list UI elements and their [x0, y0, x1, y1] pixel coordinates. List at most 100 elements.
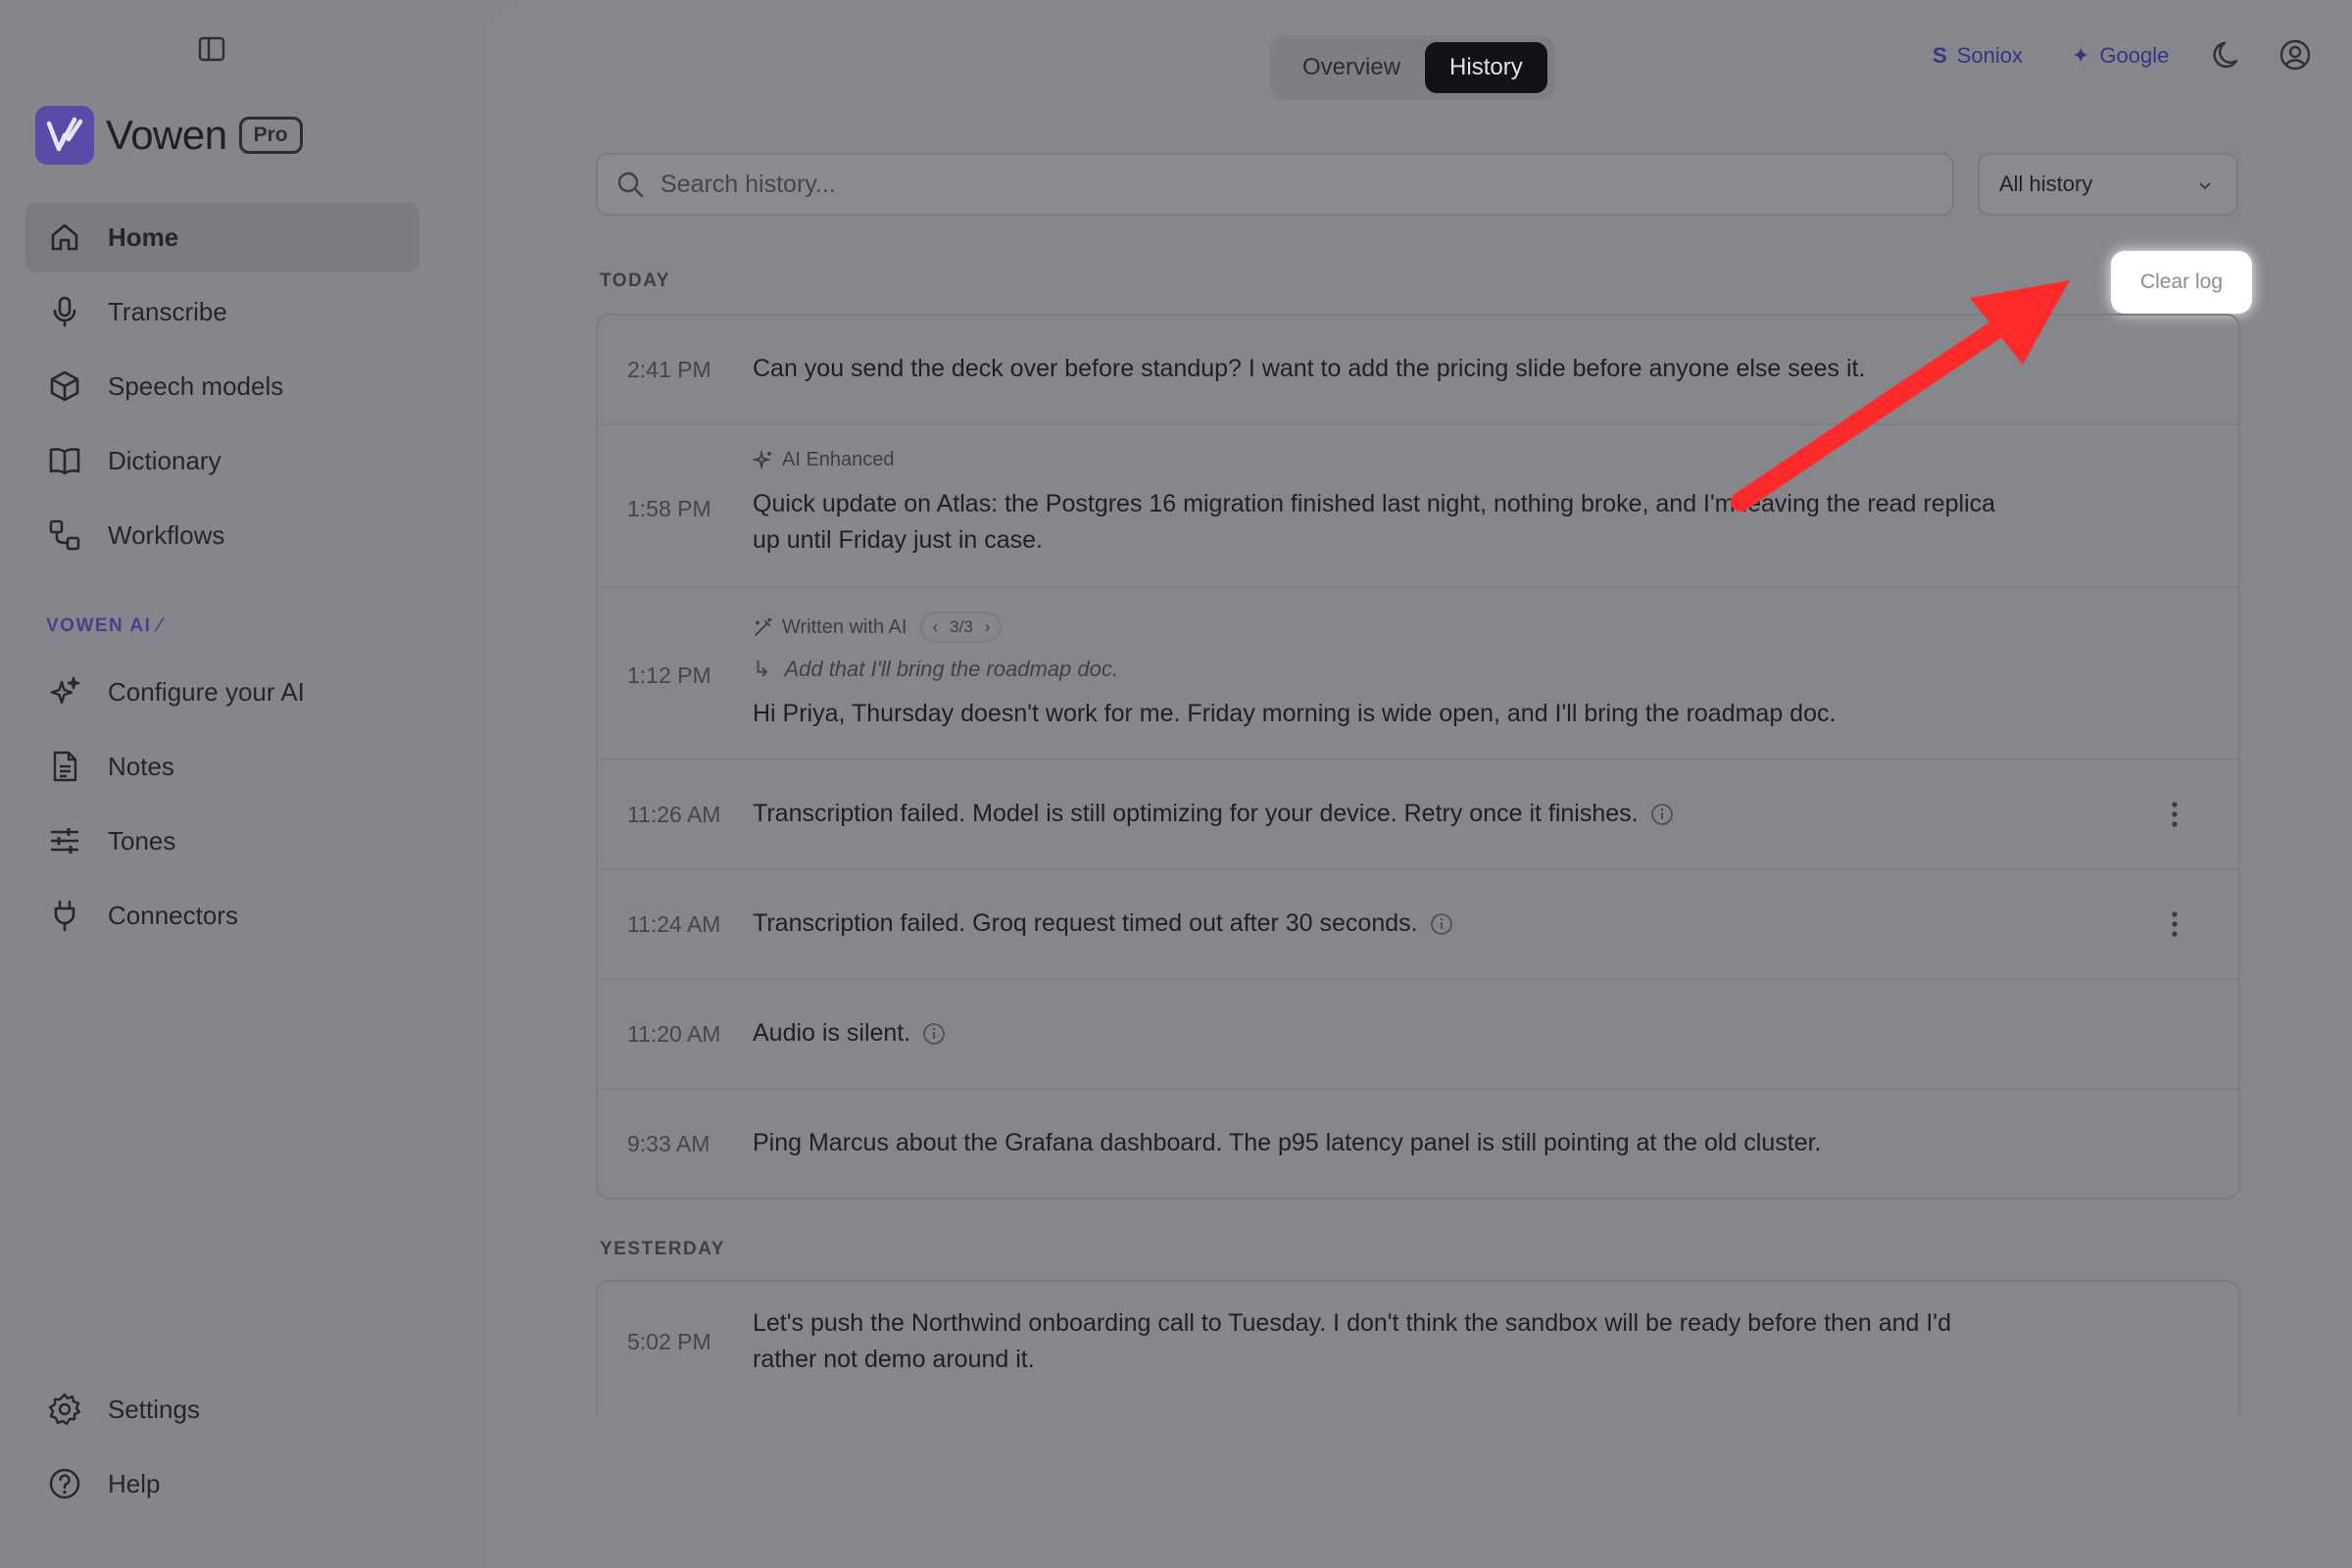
entry-time: 11:20 AM [627, 1021, 721, 1047]
entry-text-error: Transcription failed. Model is still opt… [753, 796, 2007, 832]
day-label-yesterday: YESTERDAY [600, 1239, 725, 1259]
google-sparkle-icon: ✦ [2072, 43, 2090, 68]
sidebar-item-notes[interactable]: Notes [25, 731, 419, 802]
sparkles-icon [50, 676, 80, 705]
chevron-down-icon [2199, 182, 2211, 190]
list-fade [596, 1411, 2242, 1450]
sidebar-item-label: Notes [108, 751, 174, 781]
wand-icon [755, 617, 772, 636]
vowen-ai-section-label: VOWEN AI ⁄ [46, 615, 163, 636]
sidebar-item-dictionary[interactable]: Dictionary [25, 425, 419, 496]
sidebar-item-settings[interactable]: Settings [25, 1374, 419, 1445]
sidebar-item-label: Help [108, 1468, 161, 1498]
history-filter-select[interactable]: All history [1978, 153, 2238, 216]
history-row[interactable]: 5:02 PM Let's push the Northwind onboard… [598, 1282, 2238, 1417]
ai-nav: Configure your AI Notes Tones Connectors [25, 657, 419, 955]
entry-time: 11:24 AM [627, 911, 721, 937]
sidebar-item-transcribe[interactable]: Transcribe [25, 276, 419, 347]
provider-google[interactable]: ✦ Google [2072, 39, 2169, 73]
book-icon [49, 448, 80, 475]
tab-history[interactable]: History [1425, 42, 1547, 93]
sidebar-item-tones[interactable]: Tones [25, 806, 419, 876]
entry-time: 1:58 PM [627, 496, 711, 521]
sidebar-item-help[interactable]: Help [25, 1448, 419, 1519]
history-row[interactable]: 1:58 PM AI Enhanced Quick update on Atla… [598, 425, 2238, 588]
sidebar-item-speech-models[interactable]: Speech models [25, 351, 419, 421]
main-nav: Home Transcribe Speech models Dictionary… [25, 202, 419, 574]
filter-value: All history [1999, 172, 2093, 196]
plan-badge: Pro [238, 117, 303, 154]
account-avatar-icon[interactable] [2278, 37, 2313, 73]
info-icon[interactable] [1430, 912, 1453, 936]
sidebar-item-label: Configure your AI [108, 676, 305, 707]
history-row[interactable]: 11:24 AM Transcription failed. Groq requ… [598, 870, 2238, 980]
entry-time: 2:41 PM [627, 357, 711, 382]
version-pager: ‹ 3/3 › [920, 612, 1003, 643]
entry-text: Let's push the Northwind onboarding call… [753, 1309, 1951, 1373]
version-count: 3/3 [950, 617, 973, 636]
search-input[interactable]: Search history... [596, 153, 1954, 216]
entry-time: 5:02 PM [627, 1329, 711, 1354]
entry-text: Ping Marcus about the Grafana dashboard.… [753, 1129, 1822, 1156]
history-row[interactable]: 1:12 PM Written with AI ‹ 3/3 › ↳ Add th… [598, 588, 2238, 760]
entry-text-error: Audio is silent. [753, 1015, 2007, 1052]
dark-mode-moon-icon[interactable] [2211, 37, 2246, 73]
provider-label: Soniox [1956, 43, 2023, 68]
provider-label: Google [2099, 43, 2170, 68]
history-row[interactable]: 9:33 AM Ping Marcus about the Grafana da… [598, 1090, 2238, 1198]
search-icon [617, 172, 644, 198]
plug-icon [54, 900, 75, 932]
sidebar-item-label: Tones [108, 825, 176, 856]
sidebar: Vowen Pro Home Transcribe Speech models … [0, 0, 482, 1568]
chevron-left-icon[interactable]: ‹ [932, 617, 938, 637]
wand-icon: ⁄ [158, 615, 163, 636]
history-row[interactable]: 2:41 PM Can you send the deck over befor… [598, 316, 2238, 425]
info-icon[interactable] [1650, 803, 1674, 826]
history-row[interactable]: 11:20 AM Audio is silent. [598, 980, 2238, 1090]
sidebar-item-workflows[interactable]: Workflows [25, 500, 419, 570]
provider-soniox[interactable]: S Soniox [1933, 39, 2023, 73]
sidebar-item-home[interactable]: Home [25, 202, 419, 272]
entry-text: Hi Priya, Thursday doesn't work for me. … [753, 700, 1837, 727]
search-placeholder: Search history... [661, 170, 836, 198]
yesterday-history-card: 5:02 PM Let's push the Northwind onboard… [596, 1280, 2240, 1417]
sidebar-item-label: Transcribe [108, 296, 227, 326]
entry-text-error: Transcription failed. Groq request timed… [753, 906, 2007, 942]
soniox-icon: S [1933, 43, 1947, 68]
entry-text: Quick update on Atlas: the Postgres 16 m… [753, 490, 1996, 554]
more-options-icon[interactable] [2170, 909, 2180, 939]
view-tabs: Overview History [1270, 35, 1555, 100]
more-options-icon[interactable] [2170, 800, 2180, 829]
help-icon [49, 1468, 80, 1499]
gear-icon [48, 1393, 81, 1426]
written-with-ai-badge: Written with AI ‹ 3/3 › [753, 612, 1003, 643]
sidebar-item-label: Connectors [108, 900, 238, 930]
sidebar-item-label: Workflows [108, 519, 225, 550]
entry-time: 1:12 PM [627, 662, 711, 688]
sidebar-item-label: Settings [108, 1394, 200, 1424]
chevron-right-icon[interactable]: › [985, 617, 991, 637]
reply-arrow-icon: ↳ [753, 657, 771, 681]
sidebar-item-label: Dictionary [108, 445, 221, 475]
vowen-logo-icon [35, 106, 94, 165]
home-icon [51, 223, 78, 251]
sidebar-item-configure-ai[interactable]: Configure your AI [25, 657, 419, 727]
sliders-icon [51, 828, 78, 854]
sidebar-toggle-icon[interactable] [197, 35, 226, 63]
entry-text: Can you send the deck over before standu… [753, 355, 1866, 382]
history-row[interactable]: 11:26 AM Transcription failed. Model is … [598, 760, 2238, 870]
tab-overview[interactable]: Overview [1278, 42, 1425, 93]
workflow-icon [49, 519, 80, 551]
main-panel: Overview History S Soniox ✦ Google Searc… [482, 0, 2352, 1568]
sparkles-icon [753, 449, 772, 469]
clear-log-button[interactable]: Clear log [2111, 251, 2252, 314]
day-label-today: TODAY [600, 270, 670, 291]
cube-icon [50, 370, 79, 402]
today-history-card: 2:41 PM Can you send the deck over befor… [596, 314, 2240, 1200]
sidebar-item-connectors[interactable]: Connectors [25, 880, 419, 951]
mic-icon [53, 296, 76, 327]
brand: Vowen Pro [35, 104, 303, 167]
info-icon[interactable] [922, 1022, 946, 1046]
ai-enhanced-badge: AI Enhanced [753, 449, 895, 471]
notes-icon [53, 751, 77, 782]
